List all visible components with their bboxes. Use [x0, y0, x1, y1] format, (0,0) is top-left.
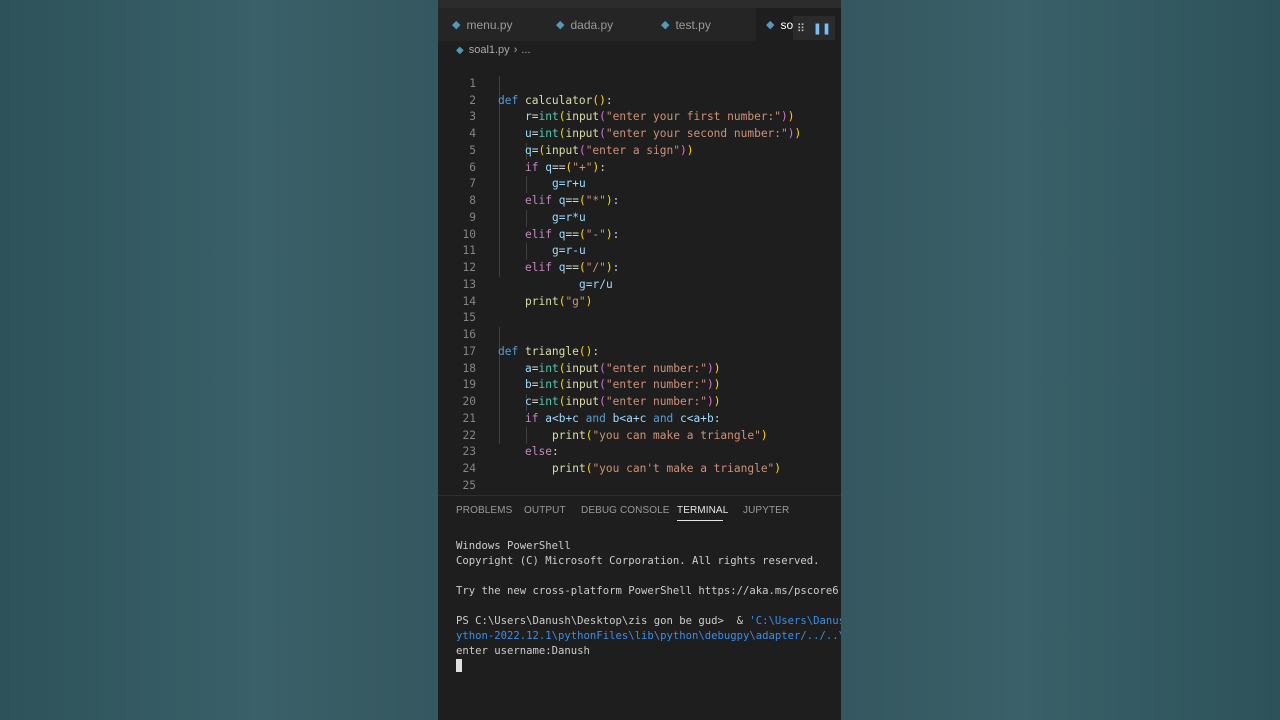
tab-dada-py[interactable]: ◆ dada.py: [556, 8, 613, 41]
drag-handle-icon[interactable]: ⠿: [797, 22, 805, 35]
python-file-icon: ◆: [456, 44, 464, 56]
breadcrumb-symbol[interactable]: ...: [521, 44, 530, 56]
tab-debug-console[interactable]: DEBUG CONSOLE: [581, 505, 670, 516]
chevron-right-icon: ›: [513, 44, 518, 56]
code-line: 5 if q==("+"):: [438, 126, 841, 174]
breadcrumb-file[interactable]: soal1.py: [469, 44, 510, 56]
pause-icon[interactable]: ❚❚: [813, 22, 831, 35]
code-line: 17 a=int(input("enter number:")): [438, 327, 841, 375]
code-line: 23 print("you can't make a triangle"): [438, 428, 841, 475]
code-line: 15: [438, 294, 841, 324]
code-line: 10 g=r-u: [438, 210, 841, 258]
python-file-icon: ◆: [661, 19, 670, 31]
tab-menu-py[interactable]: ◆ menu.py: [452, 8, 513, 41]
code-line: 19 c=int(input("enter number:")): [438, 361, 841, 408]
tab-label: test.py: [675, 17, 711, 32]
code-line: 6 g=r+u: [438, 143, 841, 191]
bottom-panel: PROBLEMS OUTPUT DEBUG CONSOLE TERMINAL J…: [438, 495, 841, 720]
editor-tab-bar: ◆ menu.py ◆ dada.py ◆ test.py ◆ soa ⠿ ❚❚: [438, 8, 841, 41]
active-tab-indicator: [677, 520, 723, 521]
title-strip: [438, 0, 841, 8]
tab-jupyter[interactable]: JUPYTER: [743, 505, 789, 516]
code-line: 16 def triangle():: [438, 310, 841, 358]
code-editor[interactable]: 1 def calculator(): 2 r=int(input("enter…: [438, 59, 841, 526]
code-line: 13 print("g"): [438, 260, 841, 308]
tab-terminal[interactable]: TERMINAL: [677, 505, 728, 516]
code-line: 4 q=(input("enter a sign")): [438, 109, 841, 157]
code-line: 7 elif q==("*"):: [438, 160, 841, 207]
code-line: 24: [438, 444, 841, 475]
code-line: 14: [438, 277, 841, 308]
code-line: 22 else:: [438, 411, 841, 459]
code-line: 12 g=r/u: [438, 243, 841, 291]
python-file-icon: ◆: [556, 19, 565, 31]
tab-output[interactable]: OUTPUT: [524, 505, 566, 516]
python-file-icon: ◆: [766, 19, 775, 31]
code-line: 25: [438, 461, 841, 492]
tab-problems[interactable]: PROBLEMS: [456, 505, 512, 516]
editor-actions: ⠿ ❚❚: [793, 16, 835, 40]
code-line: 11 elif q==("/"):: [438, 227, 841, 274]
tab-label: dada.py: [570, 17, 614, 32]
code-line: 21 print("you can make a triangle"): [438, 394, 841, 442]
video-background-right: [841, 0, 1280, 720]
tab-label: menu.py: [466, 17, 513, 32]
code-line: 26 def even_or_odd():: [438, 478, 841, 526]
code-line: 9 elif q==("-"):: [438, 193, 841, 241]
code-line: 1 def calculator():: [438, 59, 841, 107]
breadcrumb: ◆ soal1.py › ...: [456, 42, 531, 58]
code-line: 8 g=r*u: [438, 176, 841, 224]
code-line: 20 if a<b+c and b<a+c and c<a+b:: [438, 377, 841, 425]
code-line: 2 r=int(input("enter your first number:"…: [438, 76, 841, 124]
vscode-window: ◆ menu.py ◆ dada.py ◆ test.py ◆ soa ⠿ ❚❚…: [438, 0, 841, 720]
tab-test-py[interactable]: ◆ test.py: [661, 8, 711, 41]
python-file-icon: ◆: [452, 19, 461, 31]
code-line: 18 b=int(input("enter number:")): [438, 344, 841, 392]
code-line: 3 u=int(input("enter your second number:…: [438, 93, 841, 140]
video-background-left: [0, 0, 438, 720]
